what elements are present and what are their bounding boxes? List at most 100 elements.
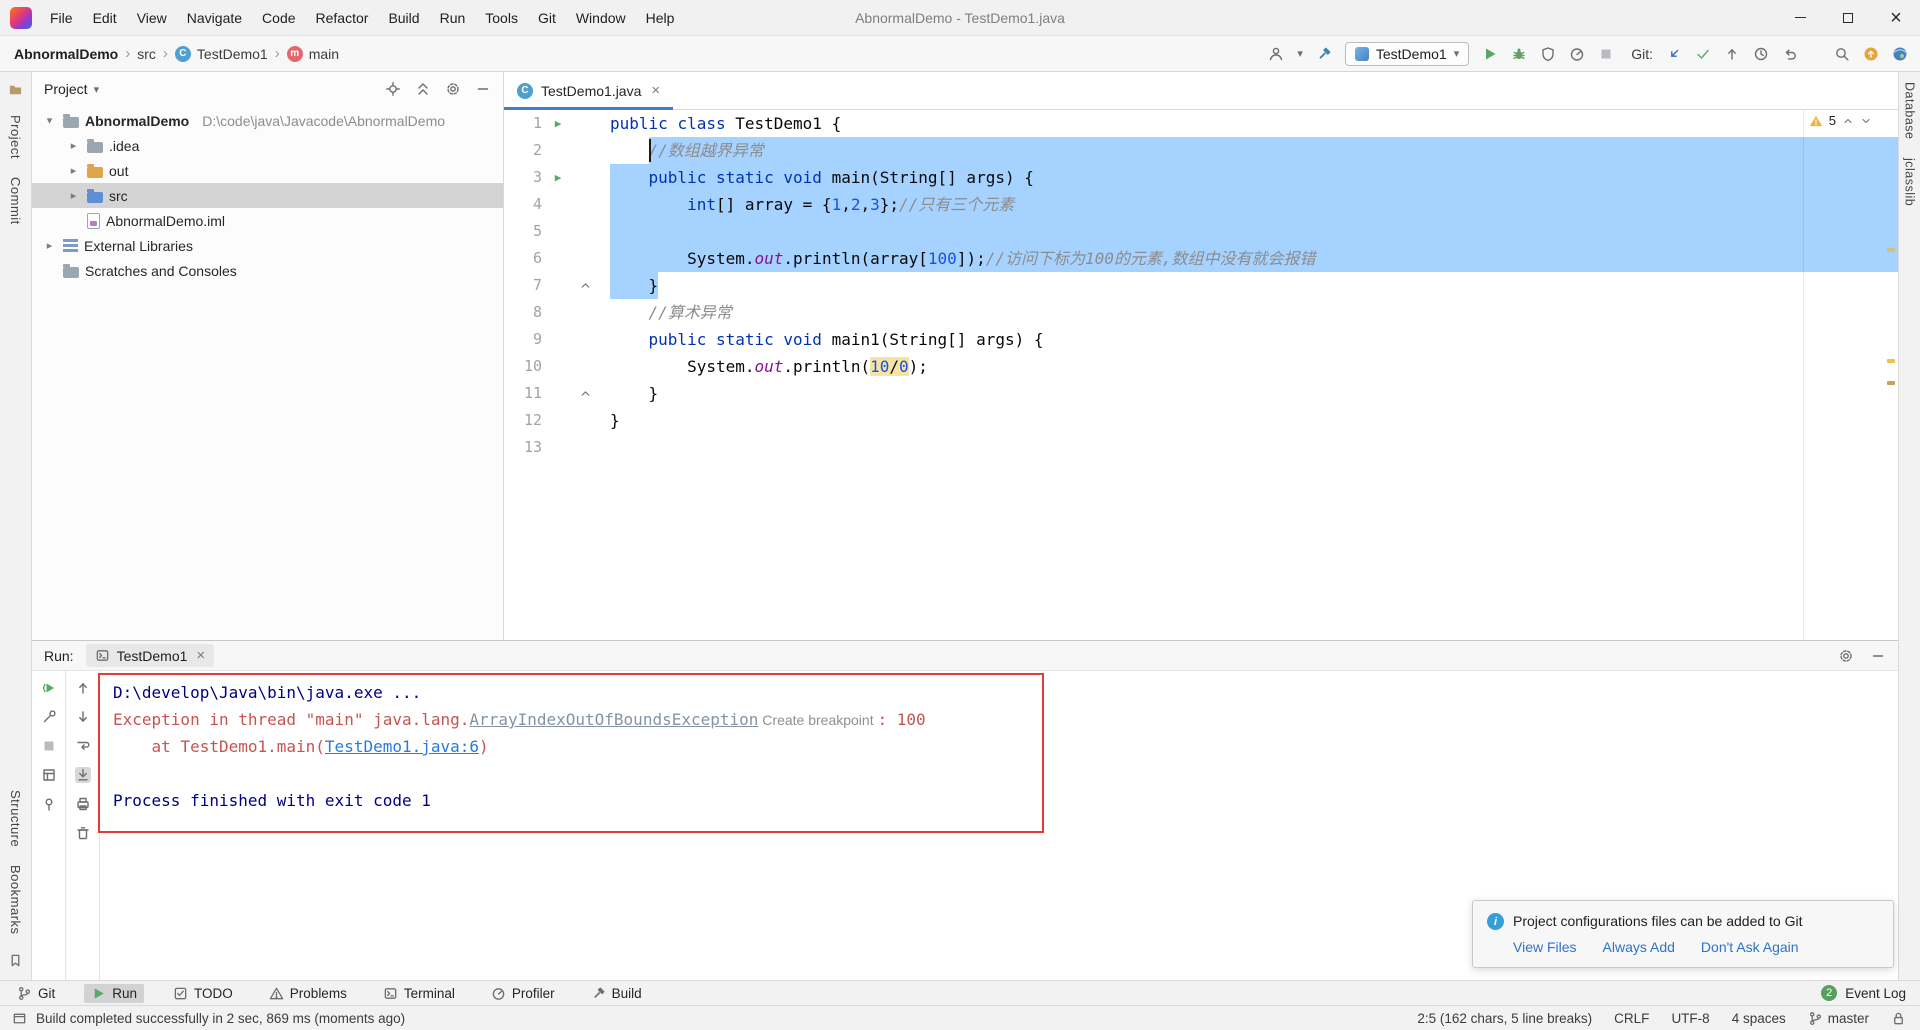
settings-gear-icon[interactable] [445, 81, 461, 97]
fold-end-icon[interactable] [579, 387, 592, 400]
editor-tab-testdemo1[interactable]: C TestDemo1.java × [504, 72, 674, 110]
git-branch-widget[interactable]: master [1808, 1011, 1869, 1026]
hide-icon[interactable] [475, 81, 491, 97]
code-line-6[interactable]: 6 System.out.println(array[100]);//访问下标为… [504, 245, 1898, 272]
line-number[interactable]: 2 [504, 137, 542, 164]
tree-item-abnormaldemo-iml[interactable]: AbnormalDemo.iml [32, 208, 503, 233]
restore-layout-icon[interactable] [41, 767, 57, 783]
tree-chevron-icon[interactable]: ▸ [66, 139, 81, 152]
fold-end-icon[interactable] [579, 279, 592, 292]
menu-run[interactable]: Run [431, 5, 475, 31]
close-tab-icon[interactable]: × [651, 82, 660, 99]
menu-tools[interactable]: Tools [476, 5, 527, 31]
toolwindow-button-git[interactable]: Git [10, 984, 62, 1003]
code-line-7[interactable]: 7 } [504, 272, 1898, 299]
breadcrumb-item-testdemo1[interactable]: C TestDemo1 [174, 45, 268, 62]
next-warning-icon[interactable] [1860, 115, 1872, 127]
line-number[interactable]: 8 [504, 299, 542, 326]
line-number[interactable]: 9 [504, 326, 542, 353]
run-line-icon[interactable]: ▶ [555, 164, 562, 191]
stacktrace-link[interactable]: TestDemo1.java:6 [325, 737, 479, 756]
locate-icon[interactable] [385, 81, 401, 97]
close-button[interactable]: × [1872, 0, 1920, 35]
line-number[interactable]: 11 [504, 380, 542, 407]
coverage-icon[interactable] [1540, 46, 1556, 62]
line-number[interactable]: 6 [504, 245, 542, 272]
background-tasks-icon[interactable] [12, 1011, 27, 1026]
code-line-13[interactable]: 13 [504, 434, 1898, 461]
event-log-button[interactable]: 2 Event Log [1821, 985, 1906, 1001]
code-line-5[interactable]: 5 [504, 218, 1898, 245]
tree-chevron-icon[interactable]: ▸ [66, 189, 81, 202]
toolwindow-button-todo[interactable]: TODO [166, 984, 240, 1003]
toolwindow-button-problems[interactable]: Problems [262, 984, 354, 1003]
stripe-button-commit[interactable]: Commit [8, 177, 23, 225]
menu-build[interactable]: Build [379, 5, 428, 31]
maximize-button[interactable] [1824, 0, 1872, 35]
code-line-11[interactable]: 11 } [504, 380, 1898, 407]
build-hammer-icon[interactable] [1316, 46, 1332, 62]
code-editor[interactable]: 1 ▶ public class TestDemo1 {2 //数组越界异常 3 ▶ p… [504, 110, 1898, 640]
code-line-1[interactable]: 1 ▶ public class TestDemo1 { [504, 110, 1898, 137]
line-number[interactable]: 13 [504, 434, 542, 461]
stripe-button-bookmarks[interactable]: Bookmarks [8, 865, 23, 935]
user-icon[interactable] [1268, 46, 1284, 62]
menu-view[interactable]: View [128, 5, 176, 31]
toolwindow-button-build[interactable]: Build [584, 984, 649, 1003]
error-stripe[interactable] [1884, 110, 1898, 640]
line-number[interactable]: 3 [504, 164, 542, 191]
run-tab-testdemo1[interactable]: TestDemo1 × [85, 644, 215, 667]
code-line-10[interactable]: 10 System.out.println(10/0); [504, 353, 1898, 380]
code-line-8[interactable]: 8 //算术异常 [504, 299, 1898, 326]
project-tree[interactable]: ▾ AbnormalDemo D:\code\java\Javacode\Abnor… [32, 106, 503, 640]
settings-gear-icon[interactable] [1838, 648, 1854, 664]
encoding-widget[interactable]: UTF-8 [1671, 1011, 1709, 1026]
run-icon[interactable] [1482, 46, 1498, 62]
update-project-icon[interactable] [1666, 46, 1682, 62]
code-line-3[interactable]: 3 ▶ public static void main(String[] args… [504, 164, 1898, 191]
notification-action-always-add[interactable]: Always Add [1603, 939, 1675, 955]
toolwindow-button-run[interactable]: Run [84, 983, 145, 1003]
run-config-selector[interactable]: TestDemo1 ▾ [1344, 41, 1470, 66]
prev-warning-icon[interactable] [1842, 115, 1854, 127]
stop-icon[interactable] [1598, 46, 1614, 62]
push-icon[interactable] [1724, 46, 1740, 62]
line-number[interactable]: 10 [504, 353, 542, 380]
menu-git[interactable]: Git [529, 5, 565, 31]
warning-stripe-mark[interactable] [1887, 359, 1895, 363]
clear-icon[interactable] [75, 825, 91, 841]
minimize-button[interactable] [1776, 0, 1824, 35]
tree-item-scratches-and-consoles[interactable]: Scratches and Consoles [32, 258, 503, 283]
down-icon[interactable] [75, 709, 91, 725]
status-message[interactable]: Build completed successfully in 2 sec, 8… [36, 1011, 405, 1026]
tree-item-external-libraries[interactable]: ▸ External Libraries [32, 233, 503, 258]
toolwindow-button-profiler[interactable]: Profiler [484, 984, 562, 1003]
line-number[interactable]: 1 [504, 110, 542, 137]
tree-item-idea[interactable]: ▸ .idea [32, 133, 503, 158]
menu-help[interactable]: Help [637, 5, 684, 31]
menu-code[interactable]: Code [253, 5, 304, 31]
up-icon[interactable] [75, 680, 91, 696]
caret-position-widget[interactable]: 2:5 (162 chars, 5 line breaks) [1417, 1011, 1592, 1026]
breadcrumb-item-src[interactable]: src [137, 46, 156, 62]
stripe-button-database[interactable]: Database [1903, 82, 1917, 140]
code-line-12[interactable]: 12} [504, 407, 1898, 434]
line-number[interactable]: 5 [504, 218, 542, 245]
menu-window[interactable]: Window [567, 5, 635, 31]
project-panel-title[interactable]: Project [44, 81, 88, 97]
code-line-9[interactable]: 9 public static void main1(String[] args… [504, 326, 1898, 353]
warning-stripe-mark[interactable] [1887, 381, 1895, 385]
line-number[interactable]: 4 [504, 191, 542, 218]
collapse-all-icon[interactable] [415, 81, 431, 97]
line-number[interactable]: 12 [504, 407, 542, 434]
inspections-widget[interactable]: 5 [1809, 113, 1872, 128]
line-separator-widget[interactable]: CRLF [1614, 1011, 1649, 1026]
stripe-button-jclasslib[interactable]: jclasslib [1903, 158, 1917, 206]
create-breakpoint-inlay[interactable]: Create breakpoint [758, 712, 877, 728]
stop-icon[interactable] [41, 738, 57, 754]
warning-stripe-mark[interactable] [1887, 248, 1895, 252]
menu-navigate[interactable]: Navigate [178, 5, 251, 31]
bookmark-icon[interactable] [8, 953, 23, 968]
breadcrumb-item-abnormaldemo[interactable]: AbnormalDemo [14, 46, 118, 62]
tree-chevron-icon[interactable]: ▸ [66, 164, 81, 177]
